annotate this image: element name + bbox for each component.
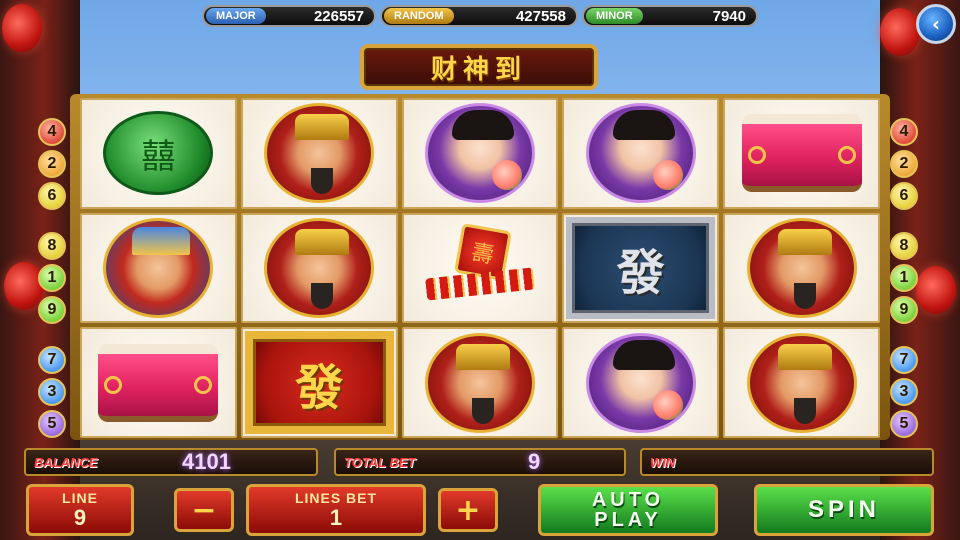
payline-button-8[interactable]: 8 (38, 232, 66, 260)
jackpot-random-value: 427558 (515, 7, 566, 25)
payline-button-9[interactable]: 9 (890, 296, 918, 324)
line-spacer (38, 214, 66, 228)
jackpot-minor: MINOR 7940 (582, 5, 758, 27)
payline-indicators-right: 4 2 6 8 1 9 7 3 5 (890, 118, 918, 438)
chevron-left-icon: ‹ (931, 12, 941, 36)
drum-icon (98, 343, 219, 422)
reel-grid: 發發 (80, 98, 880, 438)
payline-button-9[interactable]: 9 (38, 296, 66, 324)
payline-button-7[interactable]: 7 (890, 346, 918, 374)
line-spacer (890, 328, 918, 342)
payline-button-2[interactable]: 2 (38, 150, 66, 178)
fa-silver-icon: 發 (566, 216, 716, 320)
balance-label: BALANCE (34, 454, 98, 470)
win-panel: WIN (640, 448, 934, 476)
god-of-wealth-red-icon (264, 217, 375, 318)
god-of-wealth-red-icon (746, 217, 857, 318)
jackpot-minor-label: MINOR (586, 8, 643, 24)
auto-play-label-line-1: AUTO (591, 489, 665, 511)
auto-play-button[interactable]: AUTO PLAY (538, 484, 718, 536)
line-spacer (890, 214, 918, 228)
line-value: 9 (73, 505, 87, 530)
jackpot-minor-value: 7940 (712, 7, 746, 25)
reel-cell (240, 98, 398, 209)
girl-purple-icon (585, 103, 696, 204)
payline-button-5[interactable]: 5 (890, 410, 918, 438)
line-label: LINE (62, 490, 98, 506)
payline-button-1[interactable]: 1 (38, 264, 66, 292)
god-of-wealth-red-icon (746, 332, 857, 433)
total-bet-panel: TOTAL BET 9 (334, 448, 626, 476)
payline-button-3[interactable]: 3 (890, 378, 918, 406)
girl-purple-icon (424, 103, 535, 204)
game-title: 财神到 (360, 44, 598, 90)
decrease-bet-button[interactable]: − (174, 488, 234, 532)
line-spacer (38, 328, 66, 342)
auto-play-label-line-2: PLAY (594, 509, 662, 531)
girl-purple-icon (585, 332, 696, 433)
spin-label: SPIN (807, 496, 880, 523)
lines-bet-display: LINES BET 1 (246, 484, 426, 536)
reel-cell (723, 327, 880, 438)
reel-cell (562, 327, 720, 438)
reel-cell (401, 327, 559, 438)
total-bet-label: TOTAL BET (344, 454, 416, 470)
reel-cell: 發 (240, 327, 398, 438)
increase-bet-button[interactable]: + (438, 488, 498, 532)
payline-button-2[interactable]: 2 (890, 150, 918, 178)
reel-cell (80, 98, 237, 209)
god-of-wealth-blue-icon (103, 217, 214, 318)
plus-icon: + (455, 492, 481, 528)
payline-button-6[interactable]: 6 (38, 182, 66, 210)
payline-button-1[interactable]: 1 (890, 264, 918, 292)
spin-button[interactable]: SPIN (754, 484, 934, 536)
payline-button-7[interactable]: 7 (38, 346, 66, 374)
total-bet-value: 9 (528, 449, 541, 474)
payline-button-6[interactable]: 6 (890, 182, 918, 210)
lines-bet-value: 1 (329, 505, 343, 530)
jackpot-random-label: RANDOM (384, 8, 454, 24)
payline-button-3[interactable]: 3 (38, 378, 66, 406)
payline-button-8[interactable]: 8 (890, 232, 918, 260)
lantern-icon (916, 266, 956, 314)
lines-bet-label: LINES BET (294, 490, 378, 506)
balance-panel: BALANCE 4101 (24, 448, 318, 476)
win-label: WIN (650, 454, 676, 470)
fa-gold-icon: 發 (244, 331, 394, 434)
back-button[interactable]: ‹ (916, 4, 956, 44)
jackpot-major-label: MAJOR (206, 8, 266, 24)
jade-medallion-icon (103, 111, 214, 196)
jackpot-major-value: 226557 (313, 7, 364, 25)
payline-button-4[interactable]: 4 (890, 118, 918, 146)
payline-button-4[interactable]: 4 (38, 118, 66, 146)
payline-indicators-left: 4 2 6 8 1 9 7 3 5 (38, 118, 66, 438)
line-button[interactable]: LINE 9 (26, 484, 134, 536)
reel-cell (240, 212, 398, 324)
reel-cell (723, 212, 880, 324)
lantern-icon (2, 4, 42, 52)
reel-cell (80, 212, 237, 324)
jackpot-major: MAJOR 226557 (202, 5, 376, 27)
god-of-wealth-red-icon (424, 332, 535, 433)
reel-cell (80, 327, 237, 438)
reel-cell: 發 (562, 212, 720, 324)
jackpot-random: RANDOM 427558 (380, 5, 578, 27)
drum-icon (741, 114, 862, 193)
reel-cell (562, 98, 720, 209)
firecracker-icon (420, 223, 540, 313)
balance-value: 4101 (182, 449, 231, 474)
reel-cell (723, 98, 880, 209)
reel-cell (401, 212, 559, 324)
god-of-wealth-red-icon (264, 103, 375, 204)
lantern-icon (880, 8, 920, 56)
minus-icon: − (191, 492, 217, 528)
payline-button-5[interactable]: 5 (38, 410, 66, 438)
reel-cell (401, 98, 559, 209)
